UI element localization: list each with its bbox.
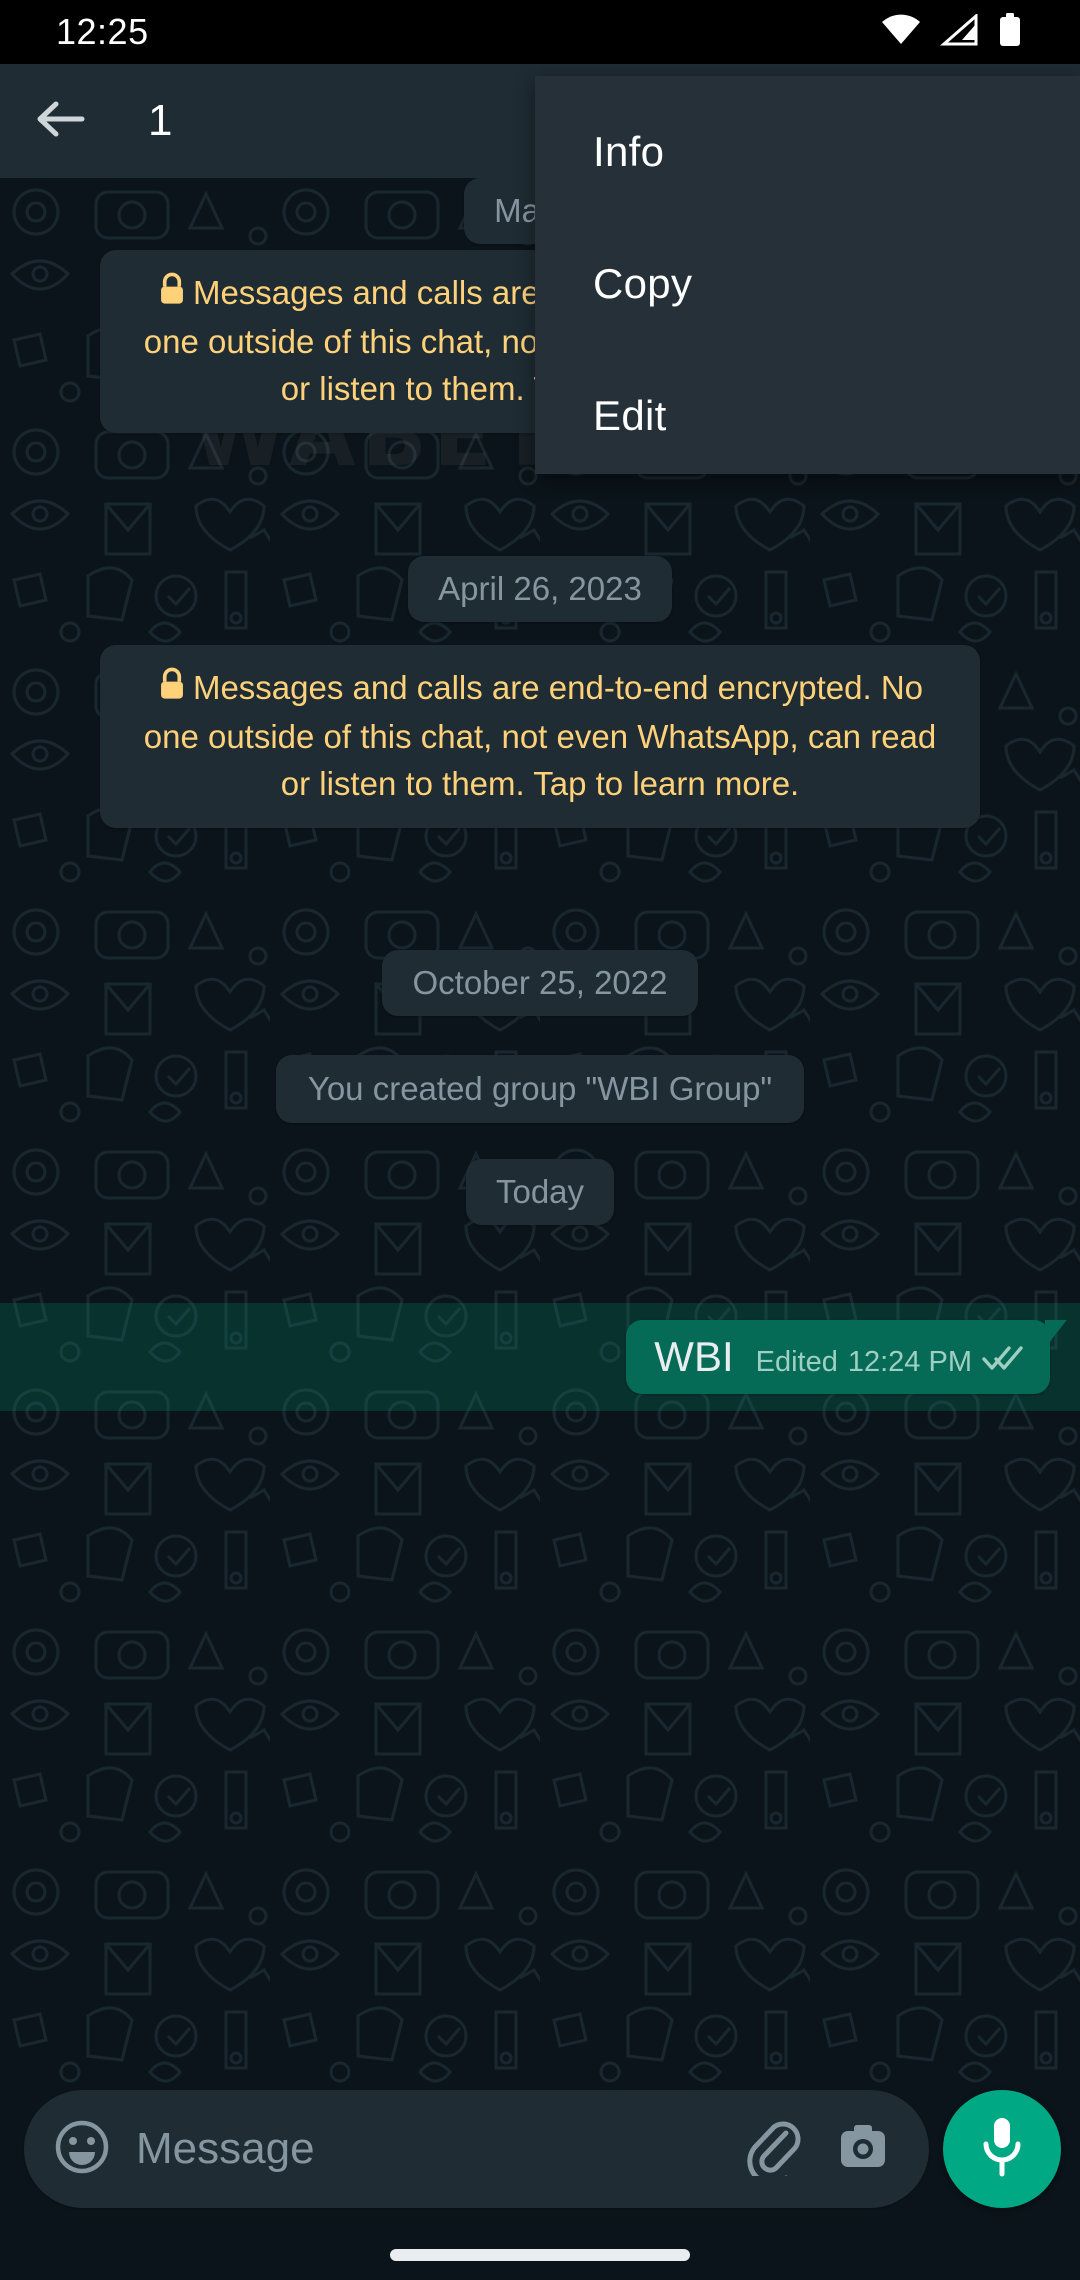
voice-record-button[interactable]	[943, 2090, 1061, 2208]
date-divider-row: October 25, 2022	[0, 950, 1080, 1016]
date-chip[interactable]: October 25, 2022	[382, 950, 698, 1016]
selected-count-label: 1	[148, 96, 173, 145]
message-text: WBI	[654, 1332, 734, 1380]
paperclip-icon[interactable]	[745, 2118, 801, 2186]
encryption-notice[interactable]: Messages and calls are end-to-end encryp…	[100, 645, 980, 828]
message-time: 12:24 PM	[847, 1345, 972, 1378]
system-navigation-bar	[0, 2230, 1080, 2280]
status-bar: 12:25	[0, 0, 1080, 64]
message-input-pill[interactable]: Message	[24, 2090, 929, 2208]
menu-item-info[interactable]: Info	[535, 86, 1080, 218]
composer-icons	[745, 2118, 891, 2186]
microphone-icon	[978, 2116, 1026, 2183]
system-message[interactable]: You created group "WBI Group"	[275, 1055, 805, 1123]
encryption-notice-text: Messages and calls are end-to-end encryp…	[143, 669, 937, 802]
encryption-notice-row[interactable]: Messages and calls are end-to-end encryp…	[0, 645, 1080, 828]
home-gesture-pill[interactable]	[390, 2249, 690, 2261]
battery-icon	[998, 12, 1022, 52]
date-chip[interactable]: April 26, 2023	[408, 556, 672, 622]
status-icons	[880, 12, 1022, 52]
cellular-signal-icon	[940, 12, 980, 51]
back-arrow-icon	[34, 97, 86, 146]
back-button[interactable]	[0, 97, 120, 146]
selected-message-row[interactable]: WBI Edited 12:24 PM	[0, 1303, 1080, 1411]
message-composer: Message	[0, 2090, 1080, 2230]
date-divider-row: Today	[0, 1159, 1080, 1225]
message-meta: Edited 12:24 PM	[756, 1344, 1024, 1380]
lock-icon	[157, 272, 187, 319]
whatsapp-chat-screen: WABETAINFO March Messages and calls are …	[0, 0, 1080, 2280]
lock-icon	[157, 667, 187, 714]
date-chip[interactable]: Today	[465, 1159, 615, 1225]
message-input-placeholder[interactable]: Message	[136, 2124, 745, 2174]
message-context-menu[interactable]: Info Copy Edit	[535, 76, 1080, 474]
wifi-icon	[880, 14, 922, 51]
emoji-smiley-icon[interactable]	[54, 2119, 110, 2180]
menu-item-edit[interactable]: Edit	[535, 350, 1080, 482]
status-time: 12:25	[56, 11, 149, 52]
menu-item-copy[interactable]: Copy	[535, 218, 1080, 350]
system-message-row: You created group "WBI Group"	[0, 1055, 1080, 1123]
date-divider-row: April 26, 2023	[0, 556, 1080, 622]
camera-icon[interactable]	[835, 2121, 891, 2178]
double-check-read-icon	[982, 1344, 1024, 1380]
edited-label: Edited	[755, 1345, 838, 1378]
message-bubble-outgoing[interactable]: WBI Edited 12:24 PM	[626, 1319, 1050, 1395]
